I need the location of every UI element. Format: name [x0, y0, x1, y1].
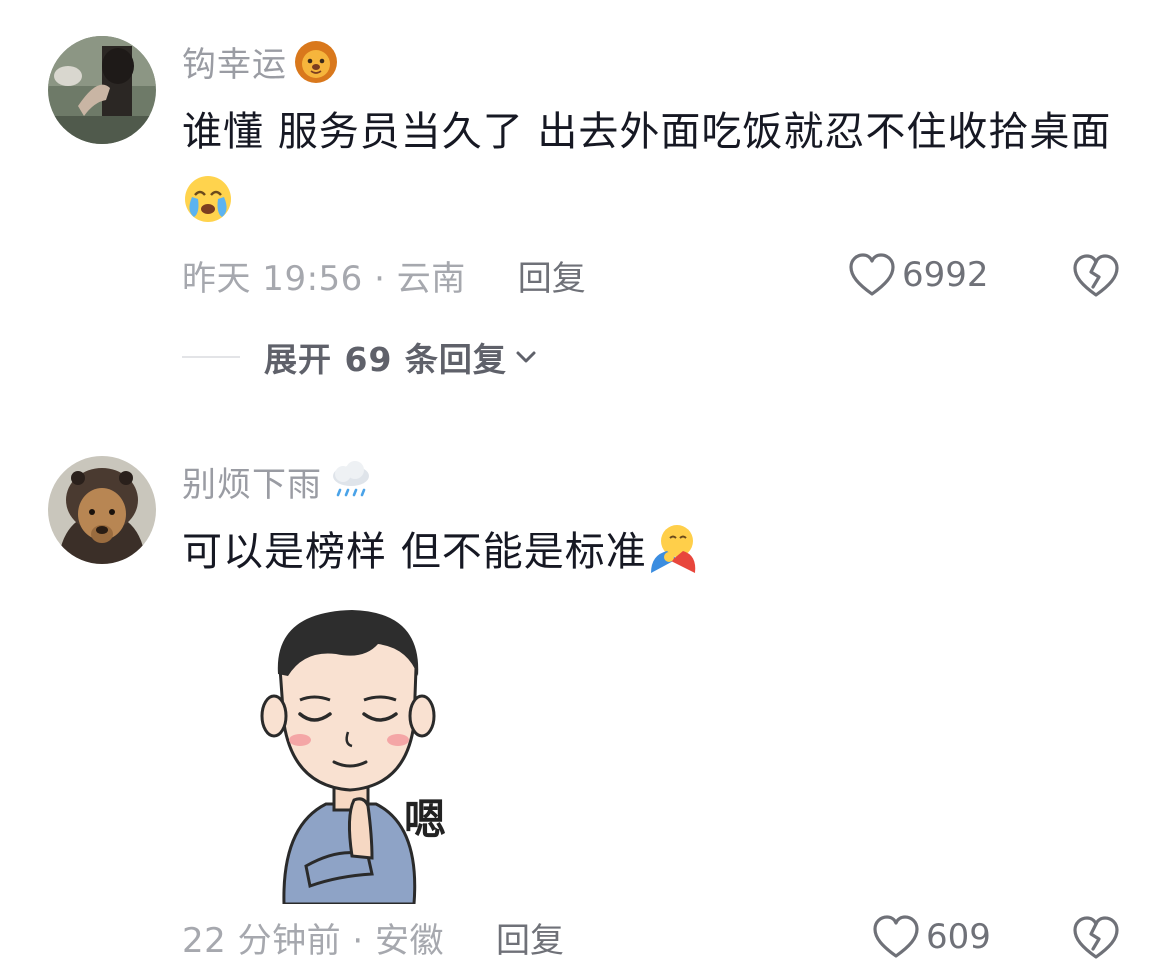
like-count: 6992 [902, 255, 989, 295]
broken-heart-icon[interactable] [1072, 252, 1120, 300]
comment-text: 可以是榜样 但不能是标准 [182, 516, 1122, 588]
rain-cloud-emoji [333, 461, 369, 497]
comment-item [0, 420, 1169, 977]
meme-sticker[interactable]: 嗯 [246, 604, 466, 906]
hugging-face-emoji [650, 525, 695, 573]
username-row: 别烦下雨 [182, 456, 374, 506]
comment-text: 谁懂 服务员当久了 出去外面吃饭就忍不住收拾桌面 [182, 96, 1122, 240]
crying-face-emoji [185, 176, 231, 222]
like-count: 609 [926, 917, 991, 957]
expand-replies-label: 展开 69 条回复 [264, 340, 507, 379]
reply-button[interactable]: 回复 [496, 913, 564, 962]
heart-icon [849, 253, 895, 296]
time-location: 22 分钟前 · 安徽 [182, 920, 444, 961]
comment-text-body: 谁懂 服务员当久了 出去外面吃饭就忍不住收拾桌面 [182, 109, 1112, 155]
time-location: 昨天 19:56 · 云南 [182, 258, 466, 299]
broken-heart-icon[interactable] [1072, 914, 1120, 962]
sticker-caption: 嗯 [404, 795, 447, 844]
username[interactable]: 钩幸运 [182, 37, 287, 86]
username-row: 钩幸运 [182, 36, 339, 86]
avatar[interactable] [48, 36, 156, 144]
like-button[interactable]: 6992 [848, 250, 989, 300]
divider-line [182, 356, 240, 358]
chevron-down-icon [516, 351, 536, 363]
username[interactable]: 别烦下雨 [182, 457, 322, 506]
man-thinking-sticker [260, 610, 436, 906]
reply-button[interactable]: 回复 [518, 251, 586, 300]
avatar[interactable] [48, 456, 156, 564]
expand-replies-button[interactable]: 展开 69 条回复 [182, 332, 539, 382]
comment-text-body: 可以是榜样 但不能是标准 [182, 529, 647, 575]
like-button[interactable]: 609 [872, 912, 991, 962]
heart-icon [873, 915, 919, 958]
lion-face-emoji [295, 41, 337, 83]
comment-item: 钩幸运 谁懂 服务员当久了 出去外面吃饭就忍不住收拾桌面 昨天 19:56 · … [0, 0, 1169, 420]
